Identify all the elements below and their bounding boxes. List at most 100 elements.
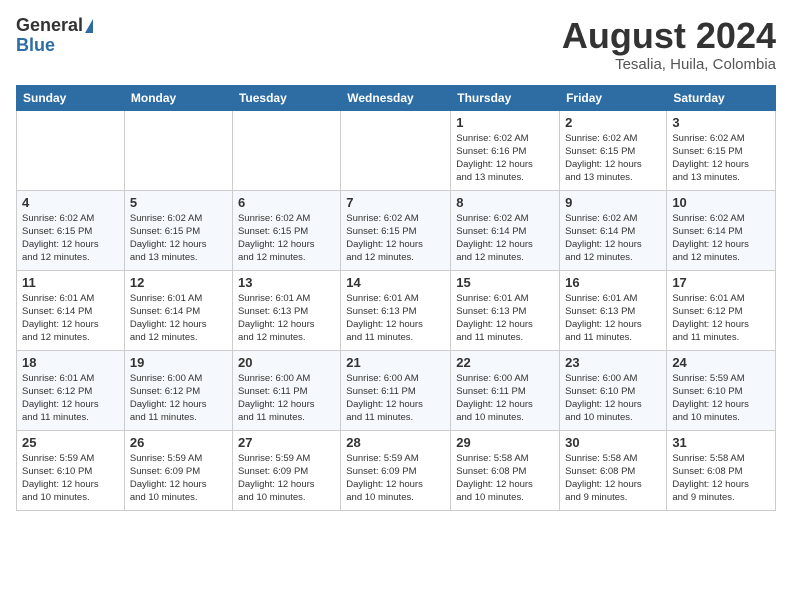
calendar-location: Tesalia, Huila, Colombia xyxy=(562,56,776,73)
day-number: 13 xyxy=(238,275,335,290)
day-info: Sunrise: 5:59 AM Sunset: 6:09 PM Dayligh… xyxy=(238,452,335,505)
day-number: 30 xyxy=(565,435,661,450)
calendar-cell xyxy=(232,110,340,190)
day-number: 11 xyxy=(22,275,119,290)
calendar-cell: 26 Sunrise: 5:59 AM Sunset: 6:09 PM Dayli… xyxy=(124,430,232,510)
day-info: Sunrise: 6:01 AM Sunset: 6:12 PM Dayligh… xyxy=(22,372,119,425)
day-number: 1 xyxy=(456,115,554,130)
day-number: 17 xyxy=(672,275,770,290)
day-number: 4 xyxy=(22,195,119,210)
day-info: Sunrise: 6:02 AM Sunset: 6:14 PM Dayligh… xyxy=(456,212,554,265)
day-info: Sunrise: 6:01 AM Sunset: 6:14 PM Dayligh… xyxy=(22,292,119,345)
day-info: Sunrise: 6:02 AM Sunset: 6:15 PM Dayligh… xyxy=(346,212,445,265)
day-info: Sunrise: 6:00 AM Sunset: 6:12 PM Dayligh… xyxy=(130,372,227,425)
calendar-cell: 19 Sunrise: 6:00 AM Sunset: 6:12 PM Dayli… xyxy=(124,350,232,430)
calendar-cell: 5 Sunrise: 6:02 AM Sunset: 6:15 PM Daylig… xyxy=(124,190,232,270)
calendar-cell: 10Sunrise: 6:02 AM Sunset: 6:14 PM Dayli… xyxy=(667,190,776,270)
calendar-cell: 20 Sunrise: 6:00 AM Sunset: 6:11 PM Dayli… xyxy=(232,350,340,430)
calendar-cell: 11 Sunrise: 6:01 AM Sunset: 6:14 PM Dayli… xyxy=(17,270,125,350)
day-info: Sunrise: 6:01 AM Sunset: 6:13 PM Dayligh… xyxy=(346,292,445,345)
day-number: 19 xyxy=(130,355,227,370)
day-info: Sunrise: 6:02 AM Sunset: 6:14 PM Dayligh… xyxy=(672,212,770,265)
day-info: Sunrise: 5:59 AM Sunset: 6:10 PM Dayligh… xyxy=(672,372,770,425)
day-info: Sunrise: 5:58 AM Sunset: 6:08 PM Dayligh… xyxy=(672,452,770,505)
day-number: 28 xyxy=(346,435,445,450)
calendar-table: SundayMondayTuesdayWednesdayThursdayFrid… xyxy=(16,85,776,511)
calendar-week-row: 4 Sunrise: 6:02 AM Sunset: 6:15 PM Daylig… xyxy=(17,190,776,270)
day-info: Sunrise: 5:59 AM Sunset: 6:09 PM Dayligh… xyxy=(346,452,445,505)
calendar-title: August 2024 xyxy=(562,16,776,56)
calendar-cell: 7Sunrise: 6:02 AM Sunset: 6:15 PM Daylig… xyxy=(341,190,451,270)
day-info: Sunrise: 6:00 AM Sunset: 6:11 PM Dayligh… xyxy=(346,372,445,425)
calendar-header-row: SundayMondayTuesdayWednesdayThursdayFrid… xyxy=(17,85,776,110)
day-number: 3 xyxy=(672,115,770,130)
day-number: 27 xyxy=(238,435,335,450)
calendar-cell: 3 Sunrise: 6:02 AM Sunset: 6:15 PM Daylig… xyxy=(667,110,776,190)
day-info: Sunrise: 5:59 AM Sunset: 6:09 PM Dayligh… xyxy=(130,452,227,505)
day-number: 15 xyxy=(456,275,554,290)
day-info: Sunrise: 6:02 AM Sunset: 6:15 PM Dayligh… xyxy=(130,212,227,265)
calendar-cell xyxy=(341,110,451,190)
day-info: Sunrise: 6:02 AM Sunset: 6:15 PM Dayligh… xyxy=(565,132,661,185)
day-number: 25 xyxy=(22,435,119,450)
column-header-thursday: Thursday xyxy=(451,85,560,110)
day-number: 21 xyxy=(346,355,445,370)
calendar-cell: 27 Sunrise: 5:59 AM Sunset: 6:09 PM Dayli… xyxy=(232,430,340,510)
day-number: 24 xyxy=(672,355,770,370)
calendar-cell: 17 Sunrise: 6:01 AM Sunset: 6:12 PM Dayli… xyxy=(667,270,776,350)
day-info: Sunrise: 6:02 AM Sunset: 6:15 PM Dayligh… xyxy=(672,132,770,185)
day-number: 26 xyxy=(130,435,227,450)
calendar-cell xyxy=(17,110,125,190)
day-number: 22 xyxy=(456,355,554,370)
calendar-cell: 13 Sunrise: 6:01 AM Sunset: 6:13 PM Dayli… xyxy=(232,270,340,350)
day-info: Sunrise: 6:01 AM Sunset: 6:13 PM Dayligh… xyxy=(238,292,335,345)
day-number: 6 xyxy=(238,195,335,210)
day-info: Sunrise: 6:00 AM Sunset: 6:11 PM Dayligh… xyxy=(238,372,335,425)
day-info: Sunrise: 6:02 AM Sunset: 6:14 PM Dayligh… xyxy=(565,212,661,265)
day-info: Sunrise: 6:00 AM Sunset: 6:11 PM Dayligh… xyxy=(456,372,554,425)
column-header-monday: Monday xyxy=(124,85,232,110)
logo-general-text: General xyxy=(16,16,83,36)
calendar-cell: 23 Sunrise: 6:00 AM Sunset: 6:10 PM Dayli… xyxy=(560,350,667,430)
day-number: 5 xyxy=(130,195,227,210)
day-number: 12 xyxy=(130,275,227,290)
calendar-week-row: 11 Sunrise: 6:01 AM Sunset: 6:14 PM Dayli… xyxy=(17,270,776,350)
day-info: Sunrise: 6:02 AM Sunset: 6:15 PM Dayligh… xyxy=(22,212,119,265)
day-info: Sunrise: 6:01 AM Sunset: 6:13 PM Dayligh… xyxy=(456,292,554,345)
day-info: Sunrise: 6:00 AM Sunset: 6:10 PM Dayligh… xyxy=(565,372,661,425)
day-number: 20 xyxy=(238,355,335,370)
calendar-cell: 25Sunrise: 5:59 AM Sunset: 6:10 PM Dayli… xyxy=(17,430,125,510)
calendar-cell: 8 Sunrise: 6:02 AM Sunset: 6:14 PM Daylig… xyxy=(451,190,560,270)
calendar-cell: 9Sunrise: 6:02 AM Sunset: 6:14 PM Daylig… xyxy=(560,190,667,270)
logo: General Blue xyxy=(16,16,93,56)
day-number: 8 xyxy=(456,195,554,210)
day-number: 31 xyxy=(672,435,770,450)
calendar-cell: 18 Sunrise: 6:01 AM Sunset: 6:12 PM Dayli… xyxy=(17,350,125,430)
day-number: 18 xyxy=(22,355,119,370)
calendar-cell: 29 Sunrise: 5:58 AM Sunset: 6:08 PM Dayli… xyxy=(451,430,560,510)
calendar-cell: 21 Sunrise: 6:00 AM Sunset: 6:11 PM Dayli… xyxy=(341,350,451,430)
page-header: General Blue August 2024 Tesalia, Huila,… xyxy=(16,16,776,73)
day-number: 14 xyxy=(346,275,445,290)
day-info: Sunrise: 5:58 AM Sunset: 6:08 PM Dayligh… xyxy=(565,452,661,505)
logo-icon xyxy=(85,19,93,33)
calendar-cell: 12Sunrise: 6:01 AM Sunset: 6:14 PM Dayli… xyxy=(124,270,232,350)
day-number: 29 xyxy=(456,435,554,450)
logo-blue-text: Blue xyxy=(16,36,55,56)
calendar-week-row: 18 Sunrise: 6:01 AM Sunset: 6:12 PM Dayli… xyxy=(17,350,776,430)
calendar-cell: 22 Sunrise: 6:00 AM Sunset: 6:11 PM Dayli… xyxy=(451,350,560,430)
calendar-cell: 2Sunrise: 6:02 AM Sunset: 6:15 PM Daylig… xyxy=(560,110,667,190)
day-number: 16 xyxy=(565,275,661,290)
day-info: Sunrise: 6:02 AM Sunset: 6:16 PM Dayligh… xyxy=(456,132,554,185)
column-header-sunday: Sunday xyxy=(17,85,125,110)
calendar-cell: 4 Sunrise: 6:02 AM Sunset: 6:15 PM Daylig… xyxy=(17,190,125,270)
calendar-cell: 30 Sunrise: 5:58 AM Sunset: 6:08 PM Dayli… xyxy=(560,430,667,510)
day-number: 23 xyxy=(565,355,661,370)
day-info: Sunrise: 6:01 AM Sunset: 6:12 PM Dayligh… xyxy=(672,292,770,345)
day-info: Sunrise: 5:58 AM Sunset: 6:08 PM Dayligh… xyxy=(456,452,554,505)
calendar-week-row: 1 Sunrise: 6:02 AM Sunset: 6:16 PM Daylig… xyxy=(17,110,776,190)
calendar-cell: 31 Sunrise: 5:58 AM Sunset: 6:08 PM Dayli… xyxy=(667,430,776,510)
column-header-saturday: Saturday xyxy=(667,85,776,110)
calendar-week-row: 25Sunrise: 5:59 AM Sunset: 6:10 PM Dayli… xyxy=(17,430,776,510)
title-block: August 2024 Tesalia, Huila, Colombia xyxy=(562,16,776,73)
